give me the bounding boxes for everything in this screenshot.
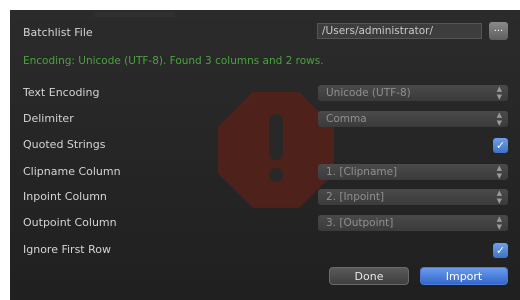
ignore-first-row-label: Ignore First Row	[23, 243, 111, 256]
inpoint-column-label: Inpoint Column	[23, 190, 107, 203]
delimiter-value: Comma	[326, 113, 367, 125]
inpoint-column-select[interactable]: 2. [Inpoint] ▲ ▼	[318, 189, 508, 205]
updown-arrows-icon: ▲ ▼	[496, 164, 502, 180]
outpoint-column-value: 3. [Outpoint]	[326, 217, 394, 229]
updown-arrows-icon: ▲ ▼	[496, 85, 502, 101]
clipname-column-value: 1. [Clipname]	[326, 166, 398, 178]
import-button[interactable]: Import	[420, 267, 508, 285]
delimiter-select[interactable]: Comma ▲ ▼	[318, 111, 508, 127]
updown-arrows-icon: ▲ ▼	[496, 189, 502, 205]
batchlist-file-label: Batchlist File	[23, 26, 93, 39]
warning-icon	[218, 92, 334, 208]
delimiter-label: Delimiter	[23, 112, 74, 125]
encoding-status-text: Encoding: Unicode (UTF-8). Found 3 colum…	[23, 55, 324, 67]
outpoint-column-label: Outpoint Column	[23, 216, 117, 229]
checkmark-icon: ✓	[495, 139, 506, 152]
inpoint-column-value: 2. [Inpoint]	[326, 191, 385, 203]
clipname-column-select[interactable]: 1. [Clipname] ▲ ▼	[318, 164, 508, 180]
text-encoding-select[interactable]: Unicode (UTF-8) ▲ ▼	[318, 85, 508, 101]
quoted-strings-checkbox[interactable]: ✓	[493, 138, 508, 153]
background-title-remnant	[95, 12, 175, 17]
ignore-first-row-checkbox[interactable]: ✓	[493, 243, 508, 258]
text-encoding-label: Text Encoding	[23, 86, 100, 99]
updown-arrows-icon: ▲ ▼	[496, 111, 502, 127]
clipname-column-label: Clipname Column	[23, 165, 121, 178]
quoted-strings-label: Quoted Strings	[23, 138, 106, 151]
done-button[interactable]: Done	[329, 267, 409, 285]
batchlist-path-field[interactable]: /Users/administrator/	[317, 23, 482, 39]
updown-arrows-icon: ▲ ▼	[496, 215, 502, 231]
browse-button[interactable]: ...	[489, 22, 508, 40]
checkmark-icon: ✓	[495, 244, 506, 257]
outpoint-column-select[interactable]: 3. [Outpoint] ▲ ▼	[318, 215, 508, 231]
text-encoding-value: Unicode (UTF-8)	[326, 87, 411, 99]
